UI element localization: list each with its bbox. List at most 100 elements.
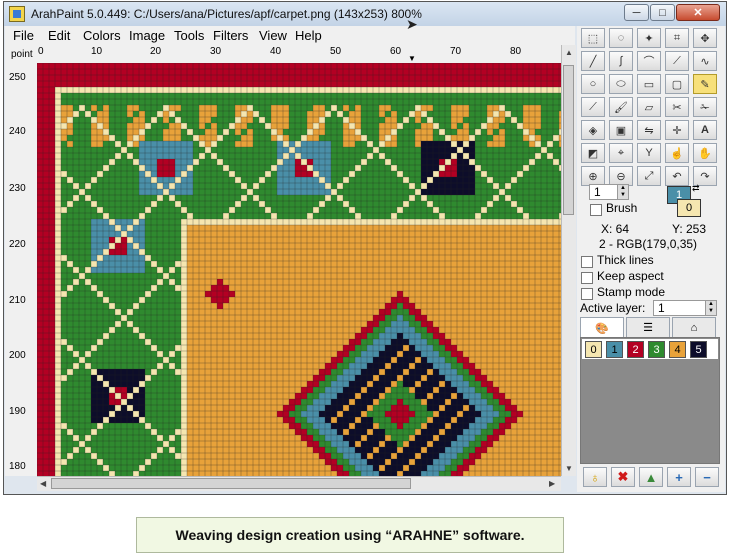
tab-layers[interactable]: ☰: [626, 317, 670, 337]
crop-tool-icon[interactable]: ⌗: [665, 28, 689, 48]
palette-swatch[interactable]: 2: [627, 341, 644, 358]
horizontal-scrollbar[interactable]: ◀ ▶: [37, 476, 561, 491]
palette-swatch[interactable]: 1: [606, 341, 623, 358]
cut-paste-tool-icon[interactable]: ✁: [693, 97, 717, 117]
polyline-tool-icon[interactable]: ⟋: [665, 51, 689, 71]
thick-lines-label: Thick lines: [597, 253, 654, 267]
circle-tool-icon[interactable]: ○: [581, 74, 605, 94]
thick-lines-checkbox[interactable]: [581, 256, 593, 268]
pencil-tool-icon[interactable]: ✎: [693, 74, 717, 94]
pixel-canvas[interactable]: [37, 63, 561, 476]
palette-row: 0 1 2 3 4 5: [582, 339, 718, 359]
palette-swatch[interactable]: 0: [585, 341, 602, 358]
mirror-tool-icon[interactable]: ⇋: [637, 120, 661, 140]
stamp-mode-checkbox[interactable]: [581, 288, 593, 300]
caption-box: Weaving design creation using “ARAHNE” s…: [136, 517, 564, 553]
ruler-left-label: 220: [9, 239, 26, 250]
background-color-swatch[interactable]: 0: [677, 199, 701, 217]
menu-view[interactable]: View: [259, 28, 287, 43]
ruler-left-label: 250: [9, 72, 26, 83]
carpet-pattern[interactable]: [37, 63, 561, 476]
ruler-left-label: 190: [9, 406, 26, 417]
vertical-scrollbar[interactable]: ▲ ▼: [561, 45, 576, 476]
zoom-out-icon[interactable]: ⊖: [609, 166, 633, 186]
bezier-tool-icon[interactable]: ∿: [693, 51, 717, 71]
caption-text: Weaving design creation using “ARAHNE” s…: [175, 527, 525, 543]
ellipse-tool-icon[interactable]: ⬭: [609, 74, 633, 94]
tool-panel: ⬚ ◌ ✦ ⌗ ✥ ╱ ∫ ⌒ ⟋ ∿ ○ ⬭ ▭ ▢ ✎ ⟋ 🖌 ▱ ✂ ✁ …: [577, 26, 725, 492]
spin-up-icon[interactable]: ▲: [617, 185, 628, 192]
stamp-tool-icon[interactable]: ▣: [609, 120, 633, 140]
fill-tool-icon[interactable]: ◈: [581, 120, 605, 140]
ruler-top-label: 40: [270, 46, 282, 57]
magic-wand-tool-icon[interactable]: ✦: [637, 28, 661, 48]
eyedropper-tool-icon[interactable]: ⟋: [581, 97, 605, 117]
undo-icon[interactable]: ↶: [665, 166, 689, 186]
title-bar[interactable]: ArahPaint 5.0.449: C:/Users/ana/Pictures…: [4, 2, 726, 26]
curve-tool-icon[interactable]: ∫: [609, 51, 633, 71]
active-layer-spinner[interactable]: 1 ▲ ▼: [653, 300, 717, 316]
tab-stamps[interactable]: ⌂: [672, 317, 716, 337]
text-tool-icon[interactable]: A: [693, 120, 717, 140]
symmetry-tool-icon[interactable]: Y: [637, 143, 661, 163]
app-icon: [9, 6, 25, 22]
brush-size-spinner[interactable]: 1 ▲ ▼: [589, 184, 629, 200]
repeat-tool-icon[interactable]: ⌖: [609, 143, 633, 163]
stamp-mode-label: Stamp mode: [597, 285, 666, 299]
ruler-top-label: 70: [450, 46, 462, 57]
rounded-rect-tool-icon[interactable]: ▢: [665, 74, 689, 94]
swap-colors-icon[interactable]: ⇄: [692, 183, 700, 194]
zoom-fit-icon[interactable]: ⤢: [637, 166, 661, 186]
ruler-top-label: 20: [150, 46, 162, 57]
add-color-icon[interactable]: +: [667, 467, 691, 487]
menu-filters[interactable]: Filters: [213, 28, 248, 43]
maximize-button[interactable]: □: [650, 4, 675, 21]
scroll-right-icon[interactable]: ▶: [549, 479, 555, 488]
keep-aspect-checkbox[interactable]: [581, 272, 593, 284]
eraser-tool-icon[interactable]: ▱: [637, 97, 661, 117]
menu-edit[interactable]: Edit: [48, 28, 70, 43]
close-button[interactable]: ✕: [676, 4, 720, 21]
horizontal-scroll-thumb[interactable]: [51, 478, 411, 489]
menu-file[interactable]: File: [13, 28, 34, 43]
spin-down-icon[interactable]: ▼: [617, 192, 628, 199]
ruler-left-label: 240: [9, 126, 26, 137]
palette-swatch[interactable]: 5: [690, 341, 707, 358]
hand-tool-icon[interactable]: ☝: [665, 143, 689, 163]
vertical-scroll-thumb[interactable]: [563, 65, 574, 215]
brush-checkbox[interactable]: [590, 204, 602, 216]
scroll-down-icon[interactable]: ▼: [565, 464, 573, 473]
gradient-tool-icon[interactable]: ◩: [581, 143, 605, 163]
screenshot-frame: ArahPaint 5.0.449: C:/Users/ana/Pictures…: [0, 0, 731, 555]
spin-down-icon[interactable]: ▼: [705, 308, 716, 315]
menu-colors[interactable]: Colors: [83, 28, 121, 43]
scroll-left-icon[interactable]: ◀: [40, 479, 46, 488]
palette-swatch[interactable]: 4: [669, 341, 686, 358]
lightbulb-icon[interactable]: ♁: [583, 467, 607, 487]
rectangle-tool-icon[interactable]: ▭: [637, 74, 661, 94]
lasso-tool-icon[interactable]: ◌: [609, 28, 633, 48]
pan-tool-icon[interactable]: ✋: [693, 143, 717, 163]
menu-tools[interactable]: Tools: [174, 28, 204, 43]
spin-up-icon[interactable]: ▲: [705, 301, 716, 308]
tab-palette[interactable]: 🎨: [580, 317, 624, 338]
minimize-button[interactable]: ─: [624, 4, 649, 21]
arc-tool-icon[interactable]: ⌒: [637, 51, 661, 71]
y-coordinate-readout: Y: 253: [672, 222, 707, 236]
brush-tool-icon[interactable]: 🖌: [609, 97, 633, 117]
arrows-tool-icon[interactable]: ✛: [665, 120, 689, 140]
move-tool-icon[interactable]: ✥: [693, 28, 717, 48]
zoom-in-icon[interactable]: ⊕: [581, 166, 605, 186]
menu-help[interactable]: Help: [295, 28, 322, 43]
menu-image[interactable]: Image: [129, 28, 165, 43]
line-tool-icon[interactable]: ╱: [581, 51, 605, 71]
brush-label: Brush: [606, 201, 638, 215]
remove-color-icon[interactable]: −: [695, 467, 719, 487]
palette-swatch[interactable]: 3: [648, 341, 665, 358]
cut-tool-icon[interactable]: ✂: [665, 97, 689, 117]
color-picker-icon[interactable]: ▲: [639, 467, 663, 487]
select-rect-tool-icon[interactable]: ⬚: [581, 28, 605, 48]
delete-icon[interactable]: ✖: [611, 467, 635, 487]
scroll-up-icon[interactable]: ▲: [565, 48, 573, 57]
active-layer-value: 1: [658, 301, 665, 315]
